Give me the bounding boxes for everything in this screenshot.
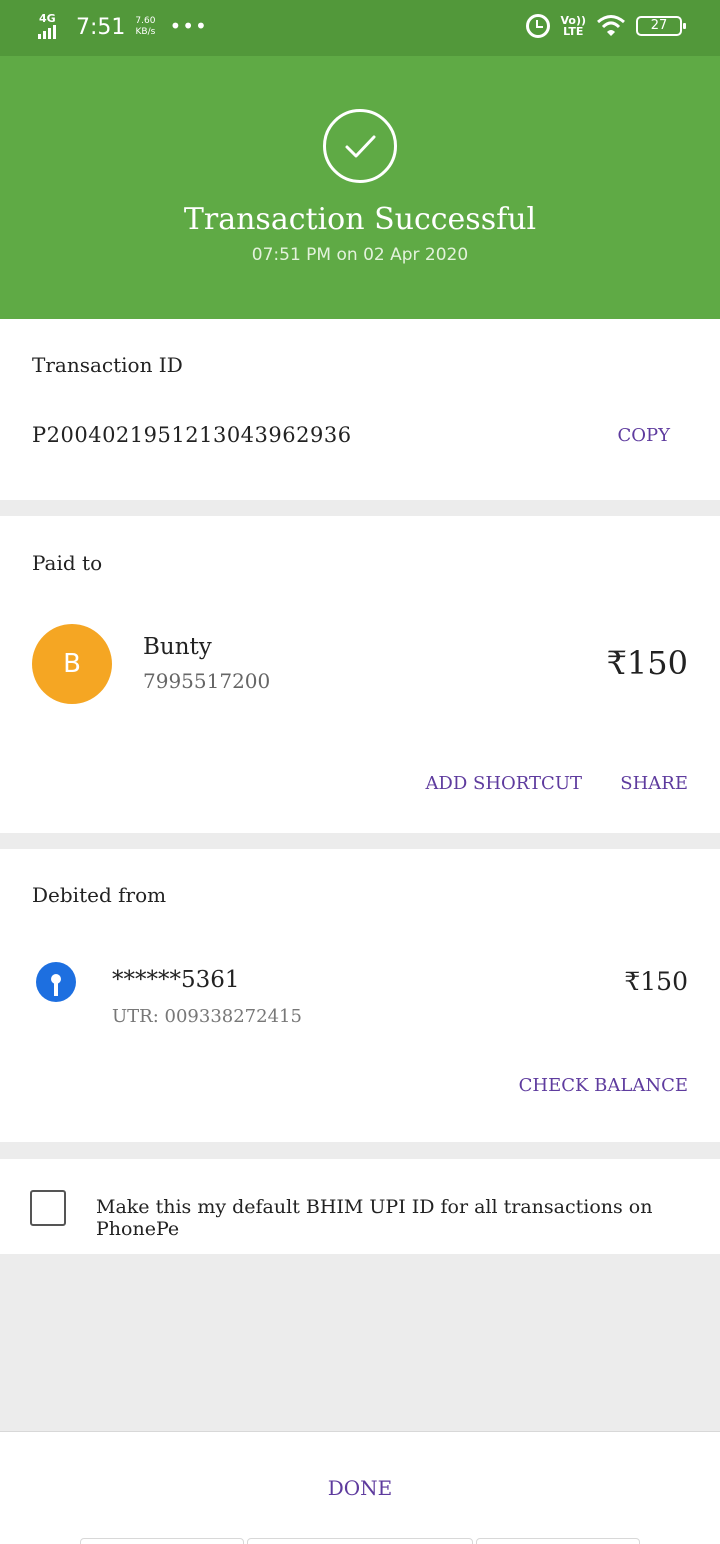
peek-card [247,1538,473,1544]
status-time: 7:51 [76,15,126,40]
battery-icon: 27 [636,16,686,36]
add-shortcut-button[interactable]: ADD SHORTCUT [425,773,582,794]
network-type: 4G [39,12,56,25]
paid-to-card: Paid to B Bunty 7995517200 ₹150 ADD SHOR… [0,516,720,833]
transaction-datetime: 07:51 PM on 02 Apr 2020 [251,245,469,265]
paid-to-label: Paid to [32,551,103,575]
utr-number: UTR: 009338272415 [112,1006,302,1027]
debited-amount: ₹150 [624,967,688,996]
paid-amount: ₹150 [606,644,688,682]
transaction-id-label: Transaction ID [32,353,183,377]
transaction-status-title: Transaction Successful [183,202,537,237]
debited-from-label: Debited from [32,883,167,907]
transaction-id-card: Transaction ID P2004021951213043962936 C… [0,319,720,500]
speed-unit: KB/s [135,27,156,37]
transaction-id-value: P2004021951213043962936 [32,423,352,447]
status-bar-right: Vo)) LTE 27 [526,14,686,38]
volte-icon: Vo)) LTE [560,15,586,37]
debited-from-card: Debited from ******5361 UTR: 00933827241… [0,849,720,1142]
peek-card [80,1538,244,1544]
status-bar-left: 4G 7:51 7.60 KB/s ••• [38,12,208,44]
done-button[interactable]: DONE [0,1476,720,1500]
default-upi-text: Make this my default BHIM UPI ID for all… [96,1196,653,1240]
signal-bars [38,25,56,39]
peek-card [476,1538,640,1544]
network-speed: 7.60 KB/s [135,12,155,38]
success-check-icon [323,109,397,183]
status-bar: 4G 7:51 7.60 KB/s ••• Vo)) LTE 27 [0,0,720,56]
copy-button[interactable]: COPY [617,425,670,446]
speed-value: 7.60 [135,16,156,26]
alarm-icon [526,14,551,38]
more-notifications-icon: ••• [169,14,208,38]
bottom-action-bar: DONE [0,1431,720,1544]
bank-logo-icon [36,962,76,1002]
default-upi-card: Make this my default BHIM UPI ID for all… [0,1159,720,1254]
success-header: Transaction Successful 07:51 PM on 02 Ap… [0,56,720,319]
check-balance-button[interactable]: CHECK BALANCE [519,1075,688,1096]
masked-account-number: ******5361 [112,967,240,993]
payee-avatar: B [32,624,112,704]
default-upi-checkbox[interactable] [30,1190,66,1226]
volte-bottom: LTE [563,25,584,38]
payee-phone: 7995517200 [143,669,271,693]
share-button[interactable]: SHARE [620,773,688,794]
signal-icon: 4G [38,12,68,40]
payee-name: Bunty [143,634,212,660]
wifi-icon [597,15,625,36]
